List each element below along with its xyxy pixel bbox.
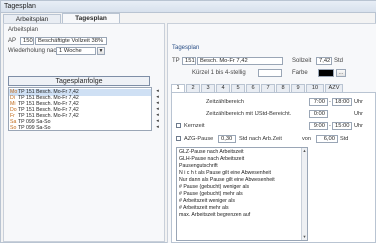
azg-pause-field[interactable]: 0,30 (218, 135, 236, 143)
azg-von-label: von (302, 136, 312, 142)
list-item[interactable]: Pausengutschrift (179, 163, 218, 169)
tab-azv[interactable]: AZV (325, 84, 343, 92)
tagesplan-panel: Tagesplan TP 151 Besch. Mo-Fr 7,42 Sollz… (167, 23, 376, 243)
kuerzel-field[interactable] (258, 69, 282, 77)
kernzeit-to-field[interactable]: 15:00 (332, 122, 352, 130)
tp-description-field[interactable]: Besch. Mo-Fr 7,42 (197, 57, 283, 65)
plan-value: TP 099 Sa-So (18, 125, 51, 131)
list-item[interactable]: Nur dann als Pause gilt eine Abwesenheit (179, 177, 275, 183)
list-item[interactable]: # Pause (gebucht) weniger als (179, 184, 249, 190)
tp-label: TP (172, 58, 180, 64)
zeitzahl-unit: Uhr (354, 99, 364, 105)
zeitzahl-to-field[interactable]: 18:00 (332, 98, 352, 106)
window-title: Tagesplan (4, 3, 36, 10)
tab-10[interactable]: 10 (306, 84, 324, 92)
tagesplan-window: Tagesplan Arbeitsplan Tagesplan Arbeitsp… (0, 0, 376, 243)
list-item[interactable]: GLH-Pause nach Arbeitszeit (179, 156, 244, 162)
tagesplan-label: Tagesplan (172, 45, 200, 51)
azg-std-unit: Std (340, 136, 349, 142)
zeitzahl-label: Zeitzählbereich (206, 99, 244, 105)
ap-label: AP (8, 38, 17, 44)
kernzeit-checkbox[interactable] (176, 123, 181, 128)
list-item[interactable]: GLZ-Pause nach Arbeitszeit (179, 149, 244, 155)
tab-6[interactable]: 6 (246, 84, 260, 92)
farbe-picker-button[interactable]: ... (336, 69, 346, 77)
dash: - (329, 99, 331, 105)
list-item[interactable]: So TP 099 Sa-So (9, 125, 151, 132)
arbeitsplan-label: Arbeitsplan (8, 27, 39, 33)
tab-2[interactable]: 2 (186, 84, 200, 92)
list-item[interactable]: # Arbeitszeit mehr als (179, 205, 229, 211)
tab-tagesplan[interactable]: Tagesplan (62, 13, 120, 23)
tab-7[interactable]: 7 (261, 84, 275, 92)
title-bar: Tagesplan (1, 1, 376, 13)
kernzeit-from-field[interactable]: 9:00 (309, 122, 328, 130)
zeitzahl-ust-label: Zeitzählbereich mit IJStd-Bereicht. (206, 111, 292, 117)
list-item[interactable]: N i c h t als Pause gilt eine Abwesenhei… (179, 170, 271, 176)
tab-1[interactable]: 1 (171, 84, 185, 92)
tab-panel: Zeitzählbereich 7:00 - 18:00 Uhr Zeitzäh… (171, 92, 376, 243)
farbe-label: Farbe (292, 70, 308, 76)
zeitzahl-ust-field[interactable]: 0:00 (309, 110, 328, 118)
zeitzahl-ust-unit: Uhr (354, 111, 364, 117)
kernzeit-label: Kernzeit (184, 123, 205, 129)
ap-number-field[interactable]: 150 (20, 37, 34, 45)
tab-9[interactable]: 9 (291, 84, 305, 92)
wiederholung-label: Wiederholung nach (8, 48, 60, 54)
tab-8[interactable]: 8 (276, 84, 290, 92)
sollzeit-field[interactable]: 7,42 (316, 57, 332, 65)
tagesplanfolge-list: Mo TP 151 Besch. Mo-Fr 7,42 Di TP 151 Be… (8, 87, 152, 131)
tp-number-field[interactable]: 151 (182, 57, 196, 65)
list-item[interactable]: max. Arbeitszeit begrenzen auf (179, 212, 250, 218)
farbe-swatch (318, 69, 334, 77)
scroll-down-icon[interactable]: ▼ (302, 234, 307, 240)
tab-4[interactable]: 4 (216, 84, 230, 92)
day-label: So (10, 125, 17, 131)
kernzeit-unit: Uhr (354, 123, 364, 129)
pause-rules-list[interactable]: GLZ-Pause nach Arbeitszeit GLH-Pause nac… (176, 147, 308, 241)
azg-std-field[interactable]: 6,00 (316, 135, 338, 143)
wiederholung-dropdown-button[interactable]: ▼ (97, 47, 105, 55)
azg-pause-label: AZG-Pause (184, 136, 214, 142)
dash: - (329, 123, 331, 129)
arbeitsplan-panel: Arbeitsplan AP 150 Beschäftigte Vollzeit… (3, 23, 165, 242)
tab-5[interactable]: 5 (231, 84, 245, 92)
sollzeit-unit: Std (334, 58, 344, 64)
zeitzahl-from-field[interactable]: 7:00 (309, 98, 328, 106)
sollzeit-label: Sollzeit (292, 58, 312, 64)
arrow-left-icon[interactable]: ◂ (154, 124, 161, 130)
azg-pause-checkbox[interactable] (176, 136, 181, 141)
tab-3[interactable]: 3 (201, 84, 215, 92)
ap-description-field[interactable]: Beschäftigte Vollzeit 38% (35, 37, 107, 45)
scroll-up-icon[interactable]: ▲ (302, 148, 307, 154)
kuerzel-label: Kürzel 1 bis 4-stellig (192, 70, 246, 76)
tab-arbeitsplan[interactable]: Arbeitsplan (3, 14, 61, 23)
tagesplanfolge-header: Tagesplanfolge (8, 76, 150, 86)
scrollbar[interactable]: ▲ ▼ (301, 148, 307, 240)
wiederholung-select[interactable]: 1 Woche (56, 47, 96, 55)
list-item[interactable]: # Arbeitszeit weniger als (179, 198, 235, 204)
list-item[interactable]: # Pause (gebucht) mehr als (179, 191, 243, 197)
azg-mid-label: Std nach Arb.Zeit (239, 136, 282, 142)
